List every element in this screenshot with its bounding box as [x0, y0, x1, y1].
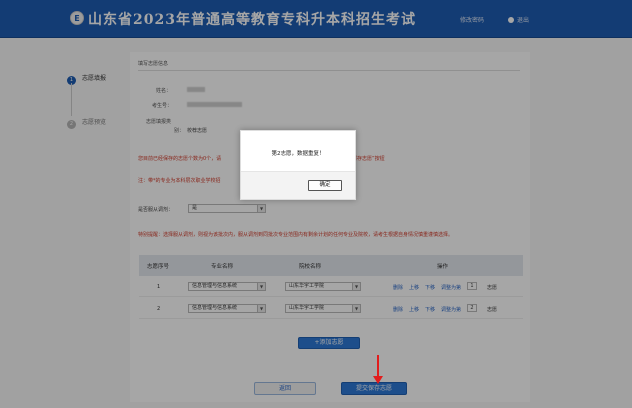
annotation-arrow-icon	[373, 376, 383, 384]
confirm-button[interactable]: 确定	[308, 180, 342, 191]
dialog-message: 第2志愿，数据重复！	[271, 151, 325, 157]
dialog-footer: 确定	[241, 171, 355, 199]
modal-overlay	[0, 0, 632, 408]
alert-dialog: 第2志愿，数据重复！ 确定	[240, 130, 356, 200]
